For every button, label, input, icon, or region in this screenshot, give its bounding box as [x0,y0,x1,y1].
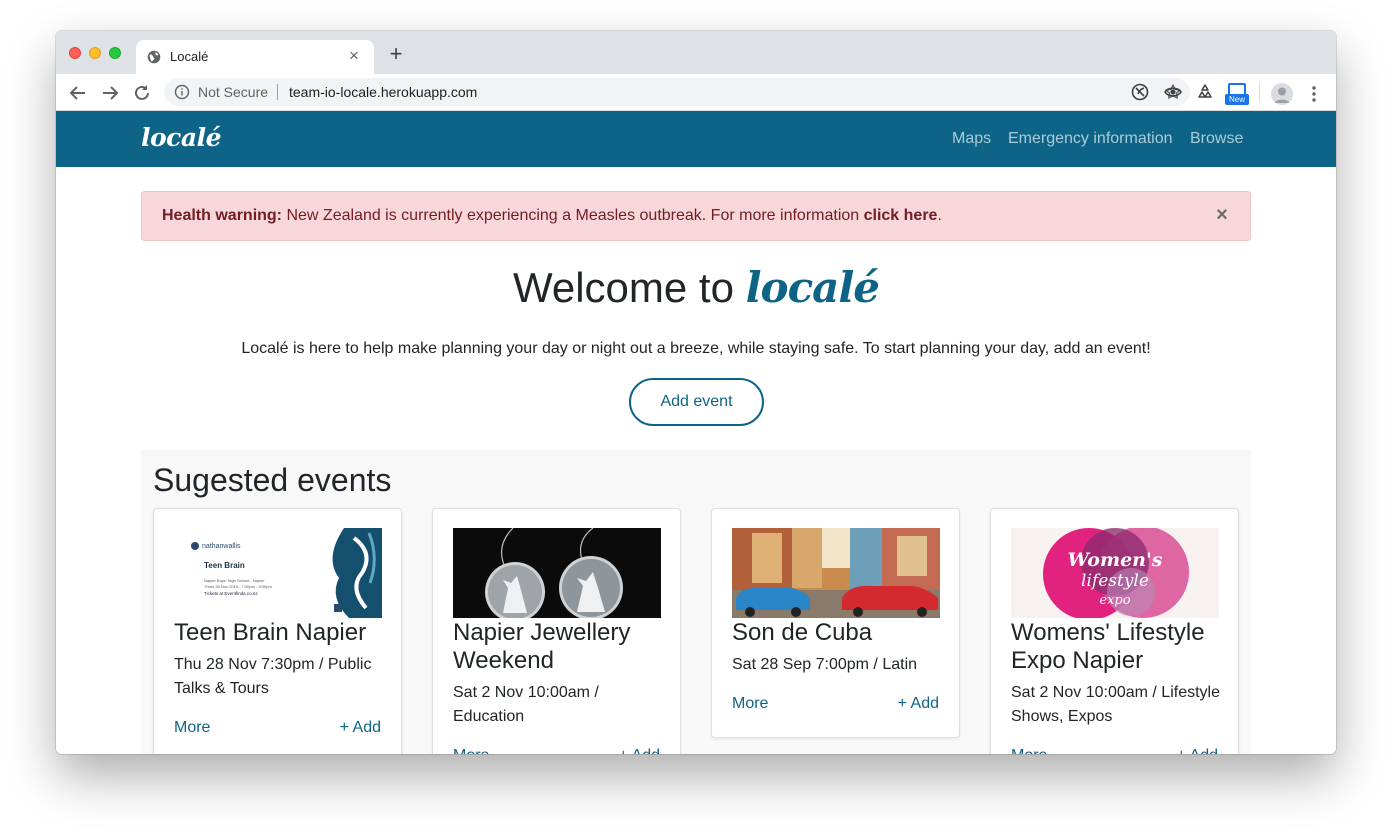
womens-line3: expo [1099,593,1130,608]
event-title[interactable]: Napier Jewellery Weekend [453,619,665,675]
event-add-button[interactable]: + Add [340,719,381,737]
event-meta: Sat 2 Nov 10:00am / Lifestyle Shows, Exp… [1011,684,1220,725]
event-card: Women's lifestyle expo Womens' Lifestyle… [990,508,1239,754]
browser-window: Localé × + Not Secure team-io-locale.her… [56,31,1336,754]
reload-icon [135,85,149,100]
event-card: Napier Jewellery Weekend Sat 2 Nov 10:00… [432,508,681,754]
maximize-window-button[interactable] [109,47,121,59]
event-more-link[interactable]: More [732,695,768,713]
extension-new-badge: New [1225,94,1249,105]
tab-title: Localé [170,49,209,64]
address-bar[interactable]: Not Secure team-io-locale.herokuapp.com [164,78,1190,106]
page-title-logo: localé [745,263,880,312]
event-title[interactable]: Son de Cuba [732,619,944,647]
extension-palette-icon[interactable] [1130,82,1150,102]
event-card: nathanwallis Teen Brain Napier Boys' Hig… [153,508,402,754]
event-meta: Sat 28 Sep 7:00pm / Latin [732,656,918,673]
page-viewport: localé Maps Emergency information Browse… [56,111,1336,754]
teen-brain-heading: Teen Brain [204,561,245,570]
info-icon[interactable] [174,84,190,100]
page-title: Welcome to localé [56,263,1336,312]
event-card: Son de Cuba Sat 28 Sep 7:00pm / Latin Mo… [711,508,960,738]
url-text[interactable]: team-io-locale.herokuapp.com [289,84,477,100]
globe-icon [147,50,161,64]
forward-button[interactable] [99,82,121,104]
womens-line1: Women's [1068,549,1163,571]
alert-close-button[interactable]: × [1214,204,1230,226]
page-subtitle: Localé is here to help make planning you… [241,340,1151,357]
url-separator [277,84,278,100]
teen-brain-line3: Tickets at Eventfinda.co.nz [204,591,258,596]
event-image-jewellery[interactable] [453,528,661,618]
menu-dots-icon[interactable] [1306,83,1322,105]
event-title[interactable]: Teen Brain Napier [174,619,386,647]
womens-line2: lifestyle [1081,571,1149,591]
reload-button[interactable] [131,82,153,104]
nav-emergency-information[interactable]: Emergency information [1008,130,1173,148]
extension-recycle-icon[interactable] [1195,82,1215,102]
back-button[interactable] [67,82,89,104]
health-warning-alert: Health warning: New Zealand is currently… [141,191,1251,241]
event-meta: Sat 2 Nov 10:00am / Education [453,684,599,725]
teen-brain-line2: Thurs 28 Nov 2019 - 7:30pm - 9:00pm [204,584,272,589]
alert-link[interactable]: click here [864,207,938,224]
event-meta: Thu 28 Nov 7:30pm / Public Talks & Tours [174,656,372,697]
alert-end: . [937,207,942,224]
nav-maps[interactable]: Maps [952,130,991,148]
alert-message: Health warning: New Zealand is currently… [162,207,942,225]
event-image-womens-lifestyle[interactable]: Women's lifestyle expo [1011,528,1219,618]
event-image-son-de-cuba[interactable] [732,528,940,618]
event-title[interactable]: Womens' Lifestyle Expo Napier [1011,619,1223,675]
minimize-window-button[interactable] [89,47,101,59]
alert-lead: Health warning: [162,207,283,224]
event-more-link[interactable]: More [453,747,489,754]
event-more-link[interactable]: More [174,719,210,737]
suggested-events-section: Sugested events nathanwallis Teen Brain … [141,450,1251,754]
site-logo[interactable]: localé [141,123,222,152]
nav-browse[interactable]: Browse [1190,130,1243,148]
browser-tab[interactable]: Localé × [136,40,374,74]
alert-body: New Zealand is currently experiencing a … [282,207,864,224]
extension-new-icon[interactable]: New [1225,83,1249,105]
teen-brain-line1: Napier Boys' High School - Napier [204,578,265,583]
security-label: Not Secure [198,84,269,100]
extension-eye-icon[interactable] [1163,82,1183,102]
event-image-teen-brain[interactable]: nathanwallis Teen Brain Napier Boys' Hig… [174,528,382,618]
profile-avatar-icon[interactable] [1271,83,1293,105]
close-window-button[interactable] [69,47,81,59]
new-tab-button[interactable]: + [386,43,406,65]
event-more-link[interactable]: More [1011,747,1047,754]
title-bar: Localé × + [56,31,1336,74]
arrow-left-icon [69,86,85,100]
site-navbar: localé Maps Emergency information Browse [56,111,1336,167]
section-title: Sugested events [153,462,392,498]
event-add-button[interactable]: + Add [619,747,660,754]
teen-brain-brand: nathanwallis [202,543,241,550]
event-add-button[interactable]: + Add [1177,747,1218,754]
tab-close-button[interactable]: × [344,46,364,66]
event-add-button[interactable]: + Add [898,695,939,713]
add-event-button[interactable]: Add event [629,378,764,426]
page-title-text: Welcome to [512,264,746,311]
toolbar-divider [1259,82,1260,102]
arrow-right-icon [103,86,119,100]
